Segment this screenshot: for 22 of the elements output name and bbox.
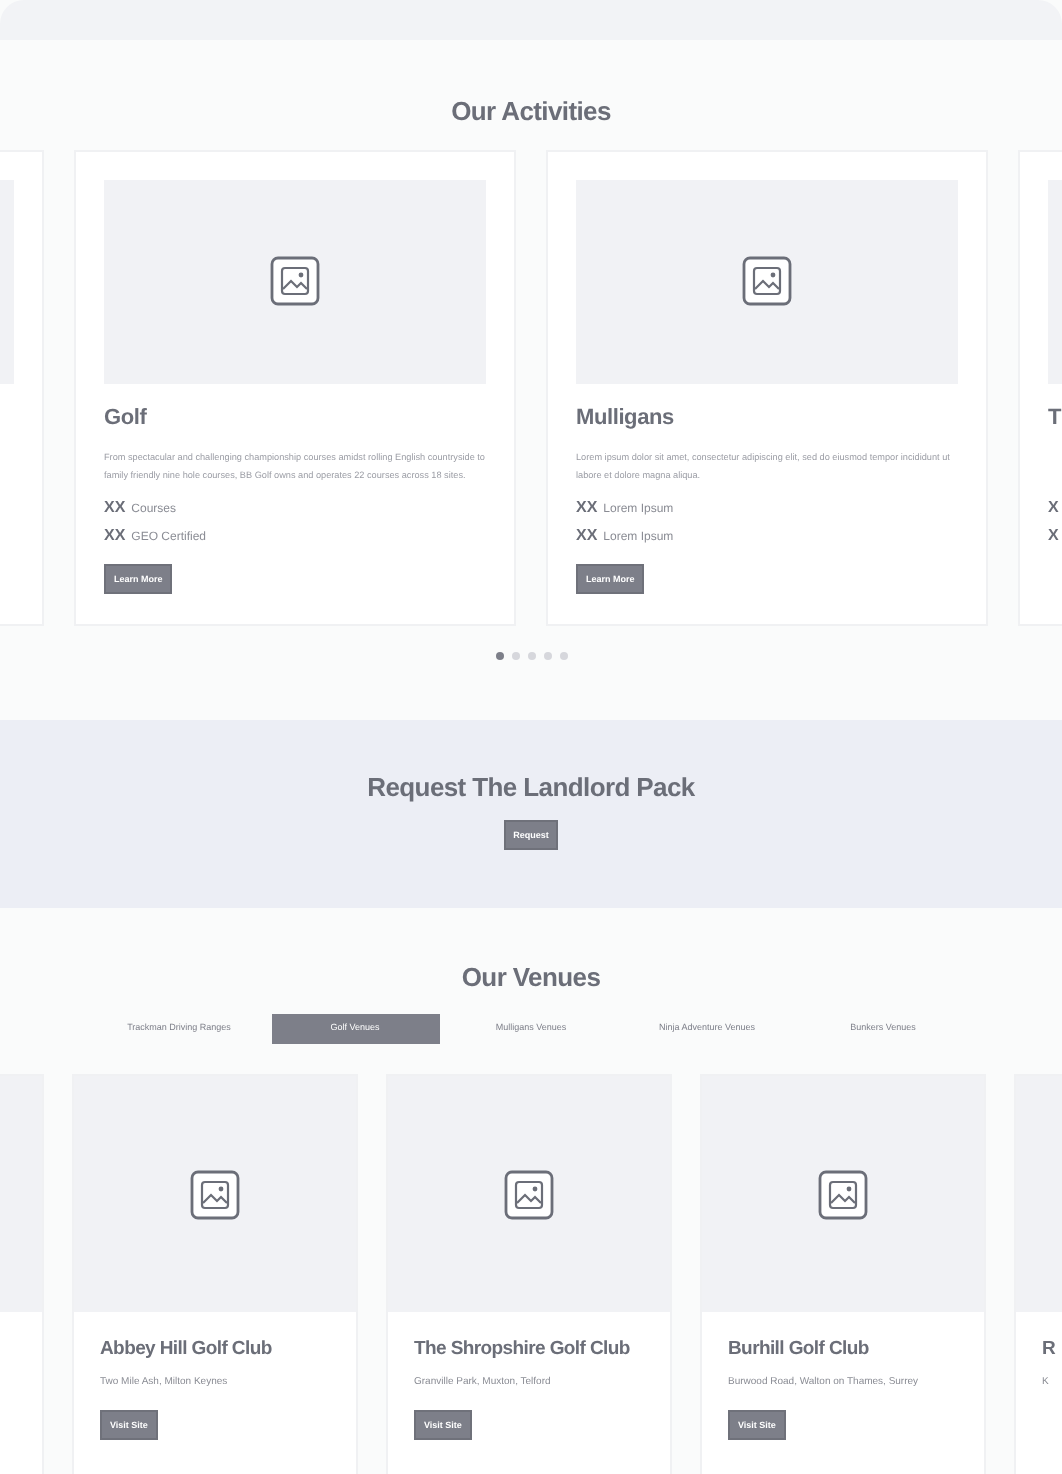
- image-icon: [504, 1169, 554, 1220]
- card-title: Mulligans: [576, 405, 676, 432]
- card-title: T: [1048, 405, 1062, 432]
- image-icon: [818, 1169, 868, 1220]
- carousel-dot[interactable]: [495, 651, 503, 660]
- section-title: Request The Landlord Pack: [367, 771, 695, 803]
- carousel-dot[interactable]: [559, 651, 567, 660]
- carousel-dot[interactable]: [527, 651, 535, 660]
- venue-name: Abbey Hill Golf Club: [100, 1338, 274, 1362]
- carousel-dot[interactable]: [511, 651, 519, 660]
- stat-line: X: [1048, 523, 1061, 548]
- venue-name: The Shropshire Golf Club: [414, 1338, 632, 1362]
- carousel-dot[interactable]: [543, 651, 551, 660]
- venue-name: Burhill Golf Club: [728, 1338, 871, 1362]
- venue-name: R: [1042, 1338, 1058, 1362]
- section-title: Our Venues: [459, 961, 603, 993]
- image-icon: [742, 256, 792, 307]
- section-title: Our Activities: [449, 96, 613, 128]
- card-title: Golf: [104, 405, 149, 432]
- stat-line: X: [1048, 495, 1061, 520]
- image-icon: [190, 1169, 240, 1220]
- image-icon: [270, 256, 320, 307]
